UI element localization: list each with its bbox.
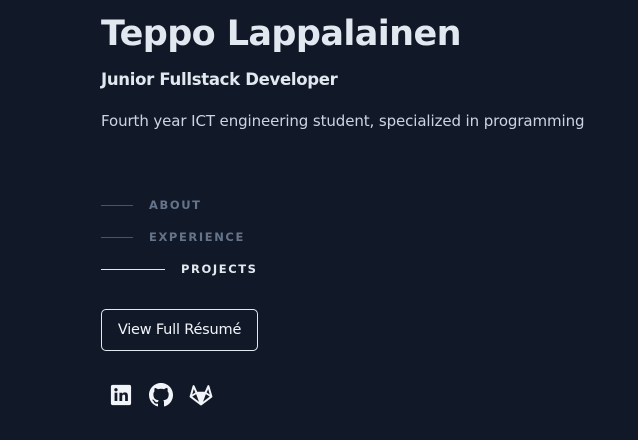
nav-item-label: EXPERIENCE (149, 230, 245, 244)
nav-indicator-line (101, 268, 165, 270)
social-links (109, 381, 213, 409)
nav-indicator-line (101, 236, 133, 238)
nav-indicator-line (101, 204, 133, 206)
nav-item-experience[interactable]: EXPERIENCE (101, 227, 258, 247)
page-title: Teppo Lappalainen (101, 14, 462, 54)
gitlab-icon (189, 385, 213, 406)
nav-item-projects[interactable]: PROJECTS (101, 259, 258, 279)
linkedin-link[interactable] (109, 381, 133, 409)
job-title: Junior Fullstack Developer (101, 70, 338, 89)
nav-item-label: ABOUT (149, 198, 202, 212)
view-resume-button[interactable]: View Full Résumé (101, 309, 258, 351)
github-icon (149, 383, 173, 407)
github-link[interactable] (149, 381, 173, 409)
gitlab-link[interactable] (189, 381, 213, 409)
nav-item-label: PROJECTS (181, 262, 258, 276)
nav-item-about[interactable]: ABOUT (101, 195, 258, 215)
linkedin-icon (110, 384, 132, 406)
tagline: Fourth year ICT engineering student, spe… (101, 112, 585, 130)
section-nav: ABOUT EXPERIENCE PROJECTS (101, 195, 258, 291)
